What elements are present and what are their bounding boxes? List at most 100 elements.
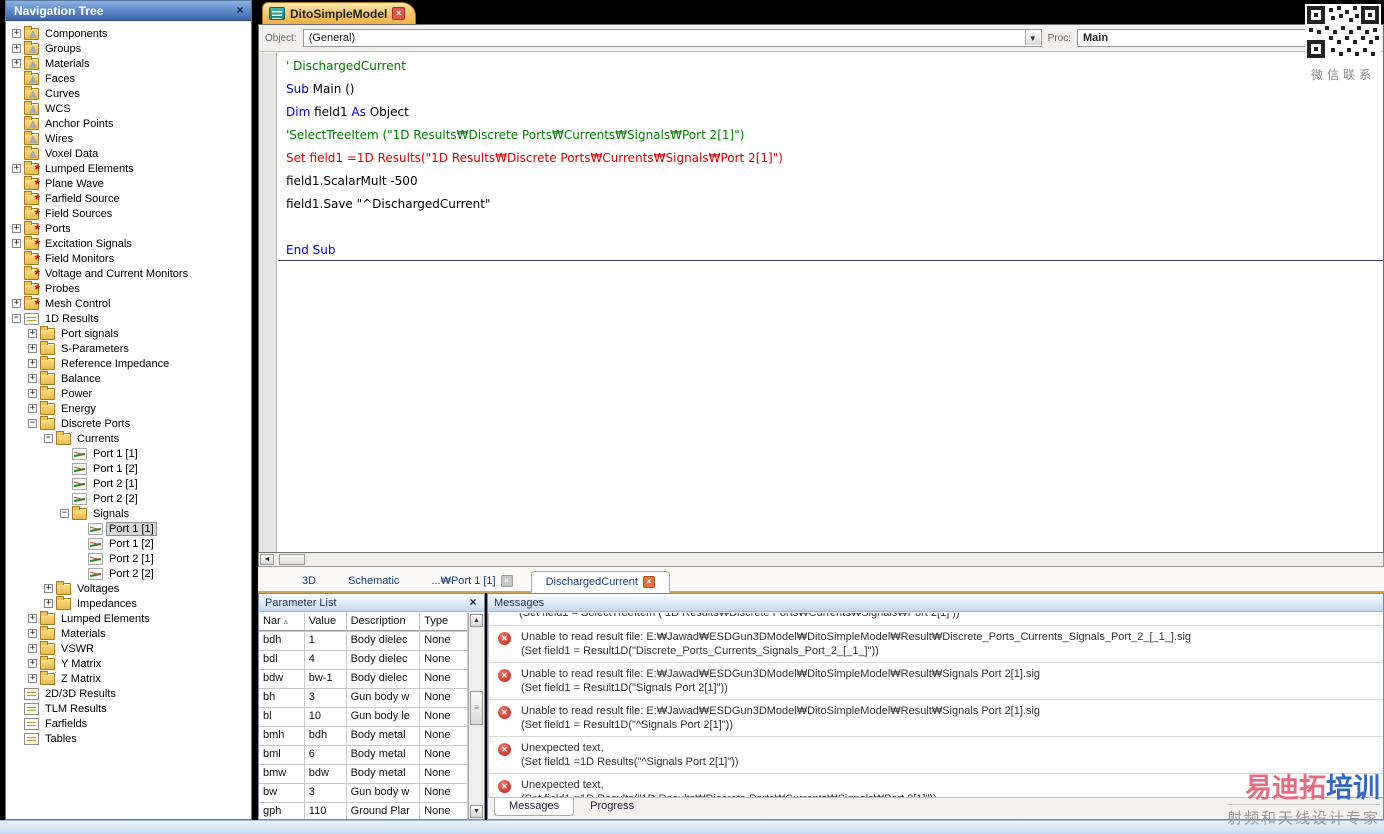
expand-plus-icon[interactable]: + — [12, 44, 21, 53]
tree-item-port-1-2[interactable]: Port 1 [2] — [6, 461, 251, 476]
collapse-minus-icon[interactable]: − — [60, 509, 69, 518]
table-row[interactable]: bh 3 Gun body w None — [259, 689, 468, 708]
tree-item-groups[interactable]: + Groups — [6, 40, 251, 56]
tab-messages[interactable]: Messages — [494, 798, 575, 816]
tree-item-energy[interactable]: + Energy — [6, 400, 251, 416]
expand-plus-icon[interactable]: + — [44, 584, 53, 593]
tree-item-tlm-results[interactable]: TLM Results — [6, 701, 251, 716]
expand-plus-icon[interactable]: + — [28, 329, 37, 338]
tree-item-currents[interactable]: − Currents — [6, 430, 251, 446]
tree-item-wcs[interactable]: WCS — [6, 100, 251, 116]
scroll-left-arrow-icon[interactable]: ◄ — [260, 554, 274, 565]
tree-item-balance[interactable]: + Balance — [6, 370, 251, 386]
close-icon[interactable]: × — [466, 595, 480, 610]
tree-item-y-matrix[interactable]: + Y Matrix — [6, 655, 251, 671]
tree-item-faces[interactable]: Faces — [6, 70, 251, 86]
table-row[interactable]: bmw bdw Body metal None — [259, 765, 468, 784]
expand-plus-icon[interactable]: + — [28, 359, 37, 368]
expand-plus-icon[interactable]: + — [28, 614, 37, 623]
tree-item-field-monitors[interactable]: Field Monitors — [6, 250, 251, 267]
tree-item-discrete-ports[interactable]: − Discrete Ports — [6, 415, 251, 431]
tree-item-s-parameters[interactable]: + S-Parameters — [6, 340, 251, 356]
table-row[interactable]: bw 3 Gun body w None — [259, 784, 468, 803]
tree-item-materials[interactable]: + Materials — [6, 55, 251, 71]
expand-plus-icon[interactable]: + — [12, 224, 21, 233]
tree-item-port-1-1[interactable]: Port 1 [1] — [6, 446, 251, 461]
expand-plus-icon[interactable]: + — [28, 344, 37, 353]
expand-plus-icon[interactable]: + — [28, 404, 37, 413]
expand-plus-icon[interactable]: + — [12, 164, 21, 173]
column-header-value[interactable]: Value — [304, 613, 347, 631]
table-row[interactable]: bdl 4 Body dielec None — [259, 651, 468, 670]
tree-item-materials[interactable]: + Materials — [6, 625, 251, 641]
tree-item-anchor-points[interactable]: Anchor Points — [6, 115, 251, 131]
tree-item-reference-impedance[interactable]: + Reference Impedance — [6, 355, 251, 371]
expand-plus-icon[interactable]: + — [12, 239, 21, 248]
view-tab-3d[interactable]: 3D — [288, 571, 330, 591]
view-tab-port-1-1[interactable]: ...₩Port 1 [1] × — [417, 571, 526, 591]
expand-plus-icon[interactable]: + — [28, 644, 37, 653]
expand-plus-icon[interactable]: + — [12, 59, 21, 68]
scroll-down-arrow-icon[interactable]: ▼ — [470, 805, 483, 818]
tree-item-1d-results[interactable]: − 1D Results — [6, 311, 251, 326]
tree-item-voltage-and-current-monitors[interactable]: Voltage and Current Monitors — [6, 265, 251, 282]
code-area[interactable]: ' DischargedCurrent Sub Main () Dim field1… — [259, 53, 1383, 552]
tree-item-wires[interactable]: Wires — [6, 130, 251, 146]
column-header-type[interactable]: Type — [420, 613, 468, 631]
tree-item-plane-wave[interactable]: Plane Wave — [6, 175, 251, 192]
tree-item-lumped-elements[interactable]: + Lumped Elements — [6, 610, 251, 626]
tree-item-port-signals[interactable]: + Port signals — [6, 325, 251, 341]
tree-item-vswr[interactable]: + VSWR — [6, 640, 251, 656]
tree-item-excitation-signals[interactable]: + Excitation Signals — [6, 235, 251, 252]
close-icon[interactable]: × — [392, 7, 406, 20]
tree-item-probes[interactable]: Probes — [6, 280, 251, 297]
scroll-up-arrow-icon[interactable]: ▲ — [470, 614, 483, 627]
tree-item-voltages[interactable]: + Voltages — [6, 580, 251, 596]
expand-plus-icon[interactable]: + — [28, 674, 37, 683]
table-row[interactable]: bdh 1 Body dielec None — [259, 632, 468, 651]
tree-item-2d-3d-results[interactable]: 2D/3D Results — [6, 686, 251, 701]
tree-item-curves[interactable]: Curves — [6, 85, 251, 101]
table-row[interactable]: bmh bdh Body metal None — [259, 727, 468, 746]
collapse-minus-icon[interactable]: − — [12, 314, 21, 323]
scrollbar-thumb[interactable]: ≡ — [470, 691, 483, 725]
tab-dito-simple-model[interactable]: DitoSimpleModel × — [262, 2, 417, 24]
expand-plus-icon[interactable]: + — [28, 374, 37, 383]
close-icon[interactable]: × — [500, 575, 513, 587]
expand-plus-icon[interactable]: + — [28, 389, 37, 398]
tree-item-field-sources[interactable]: Field Sources — [6, 205, 251, 222]
object-dropdown[interactable]: (General) ▼ — [302, 29, 1042, 47]
table-row[interactable]: gph 110 Ground Plar None — [259, 803, 468, 819]
tree-item-port-2-2[interactable]: Port 2 [2] — [6, 491, 251, 506]
table-row[interactable]: bdw bw-1 Body dielec None — [259, 670, 468, 689]
collapse-minus-icon[interactable]: − — [28, 419, 37, 428]
chevron-down-icon[interactable]: ▼ — [1024, 31, 1040, 45]
tree-item-farfield-source[interactable]: Farfield Source — [6, 190, 251, 207]
expand-plus-icon[interactable]: + — [12, 299, 21, 308]
tree-item-port-2-1[interactable]: Port 2 [1] — [6, 476, 251, 491]
tab-progress[interactable]: Progress — [576, 798, 648, 815]
table-row[interactable]: bl 10 Gun body le None — [259, 708, 468, 727]
view-tab-dischargedcurrent[interactable]: DischargedCurrent × — [530, 571, 670, 593]
close-icon[interactable]: × — [642, 576, 655, 588]
tree-item-lumped-elements[interactable]: + Lumped Elements — [6, 160, 251, 177]
tree-item-voxel-data[interactable]: Voxel Data — [6, 145, 251, 161]
tree-item-farfields[interactable]: Farfields — [6, 716, 251, 731]
message-item[interactable]: ✕ Unable to read result file: E:₩Jawad₩ES… — [489, 700, 1383, 737]
tree-item-components[interactable]: + Components — [6, 25, 251, 41]
tree-item-ports[interactable]: + Ports — [6, 220, 251, 237]
close-icon[interactable]: × — [233, 3, 247, 18]
message-item[interactable]: ✕ Unexpected text, (Set field1 =1D Results… — [489, 737, 1383, 774]
tree-item-port-1-2[interactable]: Port 1 [2] — [6, 536, 251, 551]
view-tab-schematic[interactable]: Schematic — [334, 571, 413, 591]
tree-item-tables[interactable]: Tables — [6, 731, 251, 746]
tree-item-port-1-1[interactable]: Port 1 [1] — [6, 521, 251, 536]
scrollbar-thumb[interactable] — [279, 554, 305, 565]
tree-item-z-matrix[interactable]: + Z Matrix — [6, 670, 251, 686]
column-header-description[interactable]: Description — [346, 613, 421, 631]
editor-horizontal-scrollbar[interactable]: ◄ — [258, 553, 1384, 567]
table-row[interactable]: bml 6 Body metal None — [259, 746, 468, 765]
tree-item-signals[interactable]: − Signals — [6, 505, 251, 521]
parameter-scrollbar[interactable]: ▲ ≡ ▼ — [468, 613, 484, 819]
tree-item-impedances[interactable]: + Impedances — [6, 595, 251, 611]
